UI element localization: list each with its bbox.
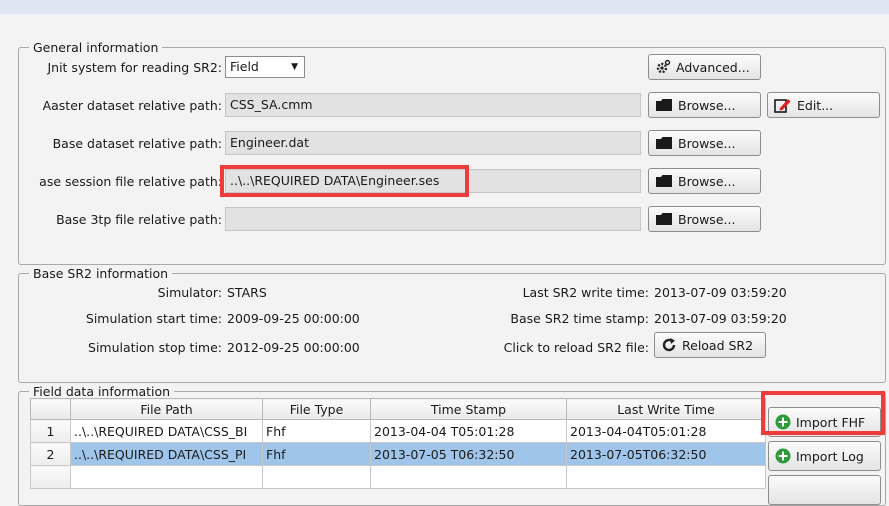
import-log-button[interactable]: Import Log — [768, 441, 881, 471]
folder-icon — [655, 136, 673, 150]
field-data-table: File Path File Type Time Stamp Last Writ… — [30, 398, 766, 489]
base-3tp-browse-button[interactable]: Browse... — [648, 206, 761, 232]
session-browse-label: Browse... — [678, 173, 736, 189]
unit-system-value: Field — [230, 59, 259, 74]
master-browse-label: Browse... — [678, 97, 736, 113]
base-3tp-field[interactable] — [225, 207, 641, 231]
column-header[interactable]: File Type — [262, 398, 371, 420]
unit-system-select[interactable]: Field ▼ — [225, 56, 305, 78]
table-row[interactable]: 1 ..\..\REQUIRED DATA\CSS_BI Fhf 2013-04… — [30, 419, 766, 443]
advanced-button-label: Advanced... — [676, 59, 750, 75]
reload-sr2-button[interactable]: Reload SR2 — [654, 332, 766, 358]
field-data-legend: Field data information — [33, 384, 171, 399]
master-dataset-label: Aaster dataset relative path: — [42, 98, 222, 113]
folder-icon — [655, 98, 673, 112]
start-time-value: 2009-09-25 00:00:00 — [227, 311, 360, 326]
last-write-cell[interactable]: 2013-04-04T05:01:28 — [566, 419, 766, 443]
file-type-cell[interactable]: Fhf — [262, 442, 371, 466]
advanced-button[interactable]: Advanced... — [648, 54, 761, 80]
unit-system-label: Jnit system for reading SR2: — [47, 60, 222, 75]
row-number — [30, 465, 71, 489]
file-path-cell[interactable]: ..\..\REQUIRED DATA\CSS_BI — [70, 419, 263, 443]
last-write-label: Last SR2 write time: — [522, 285, 649, 300]
empty-cell — [262, 465, 371, 489]
time-stamp-label: Base SR2 time stamp: — [510, 311, 649, 326]
import-fhf-highlight-box — [761, 391, 885, 435]
folder-icon — [655, 212, 673, 226]
base-sr2-legend: Base SR2 information — [33, 266, 169, 281]
table-header-row: File Path File Type Time Stamp Last Writ… — [30, 398, 766, 420]
last-write-value: 2013-07-09 03:59:20 — [654, 285, 787, 300]
reload-sr2-label: Reload SR2 — [682, 337, 754, 353]
last-write-cell[interactable]: 2013-07-05T06:32:50 — [566, 442, 766, 466]
column-header[interactable]: File Path — [70, 398, 263, 420]
stop-time-label: Simulation stop time: — [88, 340, 222, 355]
row-number: 1 — [30, 419, 71, 443]
empty-cell — [566, 465, 766, 489]
simulator-value: STARS — [227, 285, 267, 300]
base-dataset-label: Base dataset relative path: — [52, 136, 222, 151]
row-number-header — [30, 398, 71, 420]
chevron-down-icon: ▼ — [291, 62, 298, 72]
stop-time-value: 2012-09-25 00:00:00 — [227, 340, 360, 355]
reload-prompt-label: Click to reload SR2 file: — [503, 340, 649, 355]
simulator-label: Simulator: — [157, 285, 222, 300]
session-browse-button[interactable]: Browse... — [648, 168, 761, 194]
empty-cell — [70, 465, 263, 489]
reload-icon — [661, 337, 677, 353]
empty-cell — [370, 465, 567, 489]
table-row[interactable]: 2 ..\..\REQUIRED DATA\CSS_PI Fhf 2013-07… — [30, 442, 766, 466]
time-stamp-cell[interactable]: 2013-07-05 T06:32:50 — [370, 442, 567, 466]
base-3tp-browse-label: Browse... — [678, 211, 736, 227]
session-file-label: ase session file relative path: — [39, 174, 222, 189]
file-path-cell[interactable]: ..\..\REQUIRED DATA\CSS_PI — [70, 442, 263, 466]
base-dataset-browse-label: Browse... — [678, 135, 736, 151]
base-3tp-label: Base 3tp file relative path: — [56, 212, 222, 227]
import-log-label: Import Log — [796, 448, 864, 464]
edit-button[interactable]: Edit... — [767, 92, 880, 118]
gear-icon — [655, 59, 671, 75]
row-number: 2 — [30, 442, 71, 466]
edit-button-label: Edit... — [797, 97, 834, 113]
edit-icon — [774, 97, 792, 113]
session-highlight-box — [220, 165, 469, 197]
folder-icon — [655, 174, 673, 188]
master-dataset-field[interactable]: CSS_SA.cmm — [225, 93, 641, 117]
time-stamp-value: 2013-07-09 03:59:20 — [654, 311, 787, 326]
window-top-band — [0, 0, 889, 14]
general-information-legend: General information — [33, 40, 159, 55]
table-row-empty — [30, 465, 766, 489]
file-type-cell[interactable]: Fhf — [262, 419, 371, 443]
master-browse-button[interactable]: Browse... — [648, 92, 761, 118]
time-stamp-cell[interactable]: 2013-04-04 T05:01:28 — [370, 419, 567, 443]
column-header[interactable]: Time Stamp — [370, 398, 567, 420]
base-dataset-browse-button[interactable]: Browse... — [648, 130, 761, 156]
start-time-label: Simulation start time: — [85, 311, 222, 326]
base-dataset-field[interactable]: Engineer.dat — [225, 131, 641, 155]
settings-pane: General information Jnit system for read… — [0, 14, 889, 506]
plus-circle-icon — [775, 448, 791, 464]
column-header[interactable]: Last Write Time — [566, 398, 766, 420]
